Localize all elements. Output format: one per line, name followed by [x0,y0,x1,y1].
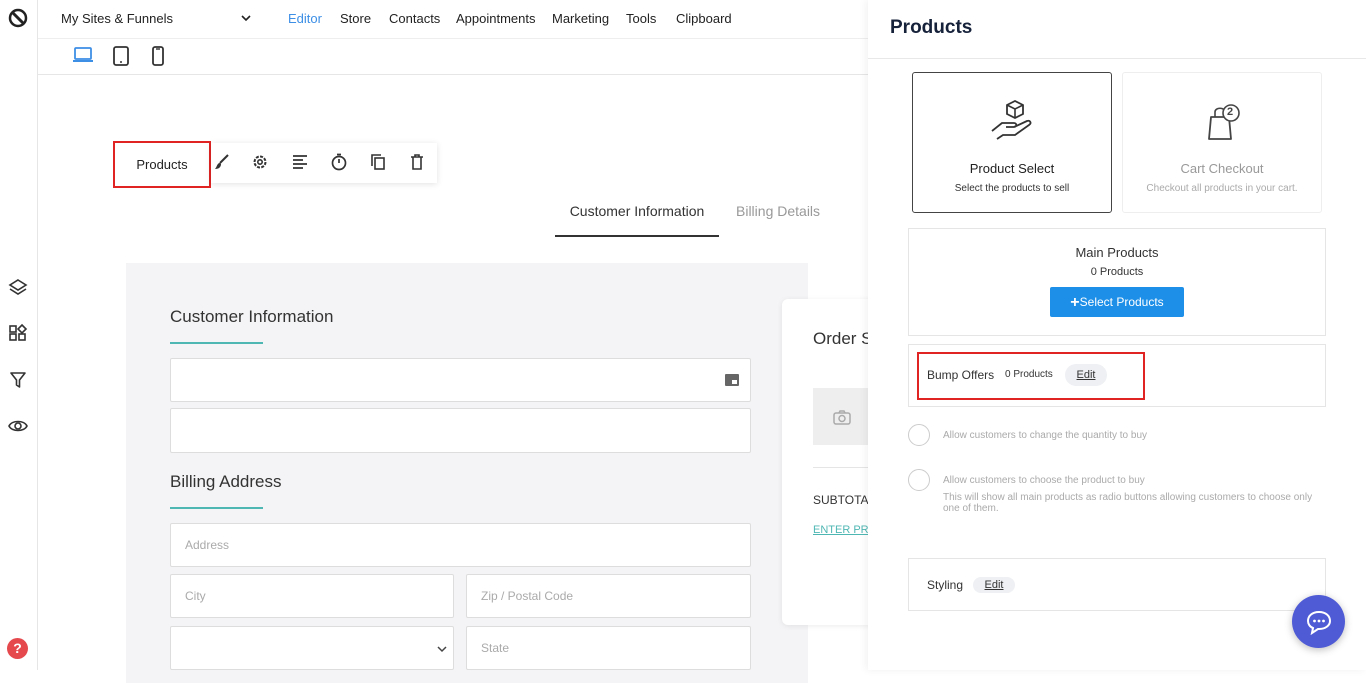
name-field[interactable] [170,408,751,453]
tablet-icon[interactable] [112,46,130,66]
nav-store[interactable]: Store [340,11,371,26]
plus-icon: + [1070,294,1080,311]
shopping-bag-icon [1207,103,1241,141]
main-products-count: 0 Products [1090,266,1144,278]
product-image-placeholder [813,388,872,445]
mobile-icon[interactable] [151,46,165,66]
styling-label: Styling [927,578,964,592]
main-products-title: Main Products [1075,245,1159,260]
timer-icon[interactable] [330,153,348,171]
divider [868,58,1366,59]
bump-offers-label: Bump Offers [927,368,995,382]
panel-title: Products [890,17,973,38]
help-icon[interactable]: ? [7,638,28,659]
address-field[interactable]: Address [170,523,751,567]
device-bar [38,38,868,75]
quantity-toggle[interactable] [908,424,930,446]
heading-underline [170,507,263,509]
divider [813,467,872,468]
main-products-section: Main Products 0 Products [908,228,1326,336]
option-subtitle: Select the products to sell [954,183,1070,194]
active-tab-underline [555,235,719,237]
styling-edit-button[interactable]: Edit [973,577,1015,593]
choose-product-toggle[interactable] [908,469,930,491]
order-summary-heading: Order S [813,329,873,348]
select-products-label: Select Products [1079,295,1164,309]
nav-appointments[interactable]: Appointments [456,11,536,26]
site-selector[interactable]: My Sites & Funnels [61,11,173,26]
nav-editor[interactable]: Editor [288,11,322,26]
choose-option-label: Allow customers to choose the product to… [943,475,1145,486]
bump-offers-edit-button[interactable]: Edit [1065,364,1107,386]
product-hand-icon [989,99,1037,143]
billing-address-heading: Billing Address [170,472,282,491]
nav-tools[interactable]: Tools [626,11,656,26]
gear-icon[interactable] [251,153,269,171]
styling-section [908,558,1326,611]
option-subtitle: Checkout all products in your cart. [1146,183,1298,194]
chevron-down-icon[interactable] [240,13,252,23]
option-product-select[interactable]: Product Select Select the products to se… [912,72,1112,213]
nav-contacts[interactable]: Contacts [389,11,440,26]
option-title: Product Select [969,161,1055,176]
layers-icon[interactable] [8,277,28,297]
country-select[interactable] [170,626,454,670]
quantity-option-label: Allow customers to change the quantity t… [943,430,1148,441]
element-toolbar [211,143,437,183]
duplicate-icon[interactable] [369,153,387,171]
logo-icon[interactable] [8,8,28,28]
chat-button[interactable] [1292,595,1345,648]
preview-eye-icon[interactable] [8,416,28,436]
chevron-down-icon [437,645,447,653]
align-left-icon[interactable] [291,153,309,171]
subtotal-label: SUBTOTAL [813,493,876,507]
cart-count-badge: 2 [1227,106,1234,118]
bump-offers-count: 0 Products [1005,369,1053,380]
state-field[interactable]: State [466,626,751,670]
nav-clipboard[interactable]: Clipboard [676,11,732,26]
widgets-icon[interactable] [8,323,28,343]
funnel-icon[interactable] [8,370,28,390]
paintbrush-icon[interactable] [213,153,231,171]
city-field[interactable]: City [170,574,454,618]
order-summary-card: Order S SUBTOTAL ENTER PRO [782,299,877,625]
tab-customer-information[interactable]: Customer Information [555,203,719,219]
option-title: Cart Checkout [1180,161,1264,176]
heading-underline [170,342,263,344]
choose-option-help: This will show all main products as radi… [943,492,1313,514]
top-nav: My Sites & Funnels Editor Store Contacts… [38,0,868,38]
camera-icon [833,409,851,425]
select-products-button[interactable]: +Select Products [1050,287,1184,317]
contact-card-icon [724,372,740,388]
nav-marketing[interactable]: Marketing [552,11,609,26]
email-field[interactable] [170,358,751,402]
zip-field[interactable]: Zip / Postal Code [466,574,751,618]
products-panel: Products Product Select Select the produ… [868,0,1366,670]
products-element-label[interactable]: Products [113,141,211,188]
desktop-icon[interactable] [72,46,94,64]
customer-info-heading: Customer Information [170,307,334,326]
trash-icon[interactable] [408,153,426,171]
left-rail: ? [0,0,38,670]
chat-bubble-icon [1306,609,1332,635]
tab-billing-details[interactable]: Billing Details [736,203,820,219]
option-cart-checkout[interactable]: 2 Cart Checkout Checkout all products in… [1122,72,1322,213]
